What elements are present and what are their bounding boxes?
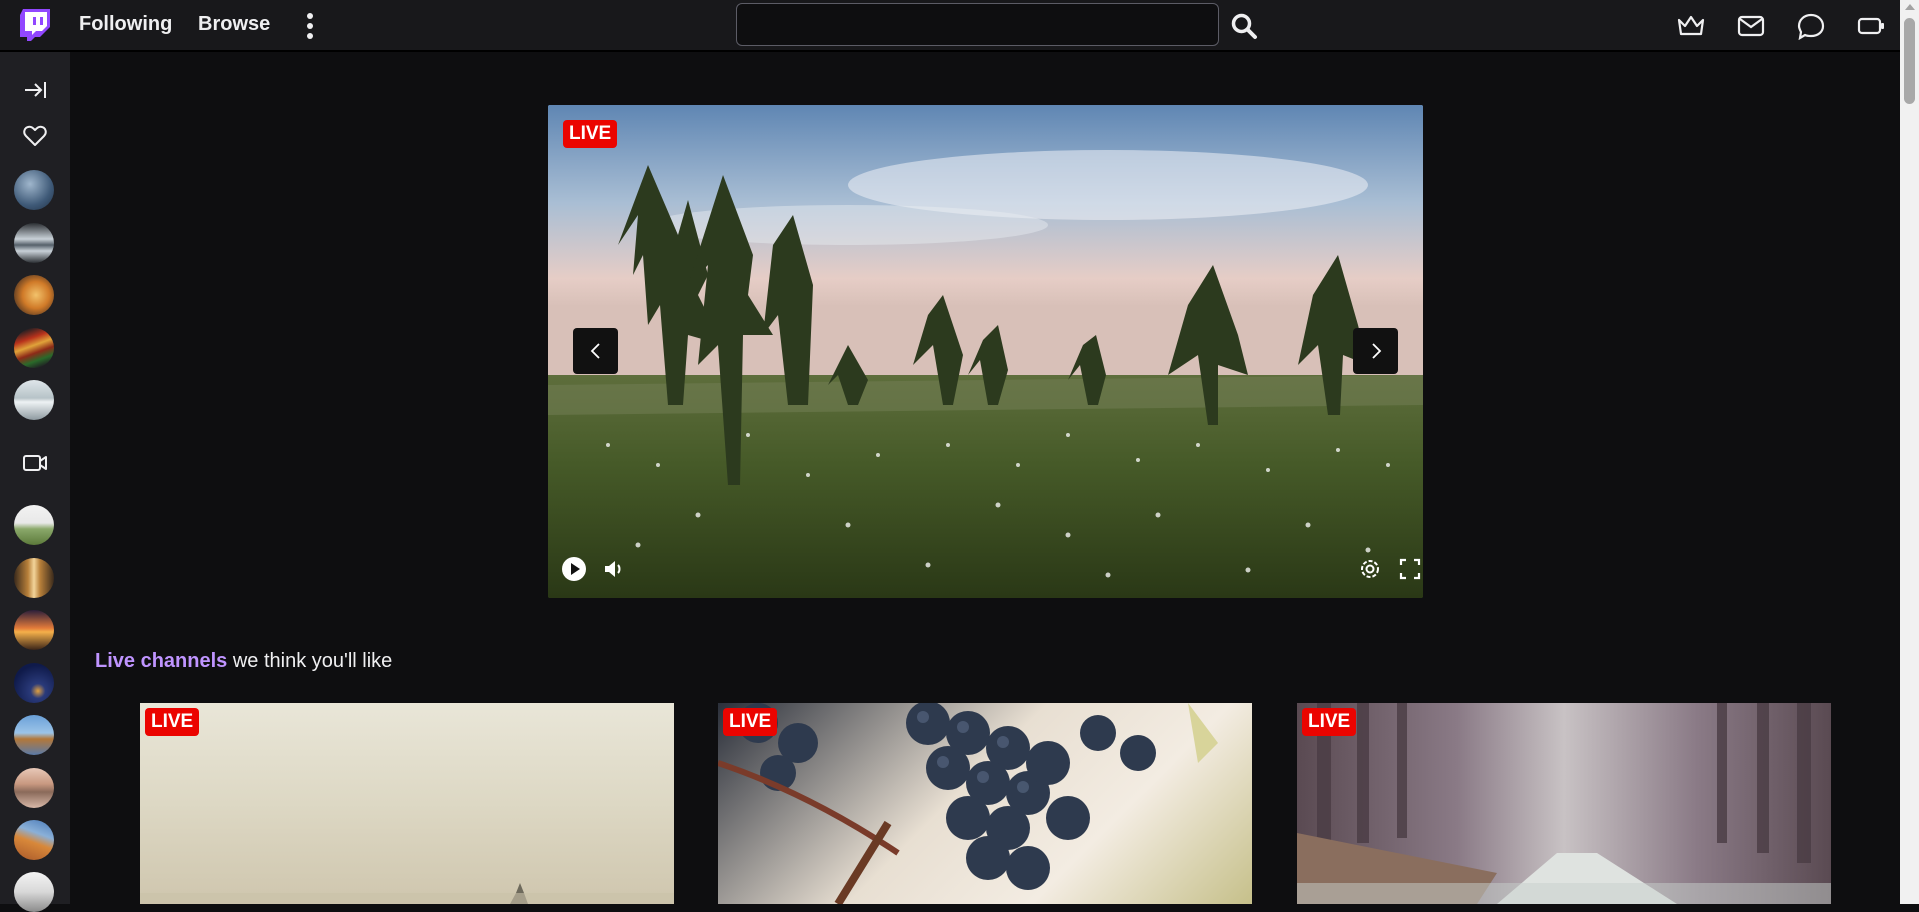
card-thumbnail bbox=[718, 703, 1218, 904]
live-channel-avatar[interactable] bbox=[14, 872, 54, 912]
live-channel-avatar[interactable] bbox=[14, 715, 54, 755]
scroll-thumb[interactable] bbox=[1904, 18, 1915, 104]
live-badge: LIVE bbox=[1302, 708, 1357, 736]
channel-card[interactable]: LIVE bbox=[718, 703, 1252, 904]
carousel-next-button[interactable] bbox=[1353, 328, 1398, 374]
collapse-sidebar-icon[interactable] bbox=[21, 76, 49, 104]
video-camera-icon bbox=[23, 455, 47, 471]
stream-thumbnail bbox=[548, 105, 1423, 598]
live-channel-avatar[interactable] bbox=[14, 820, 54, 860]
top-nav: Following Browse bbox=[0, 0, 1900, 52]
live-badge: LIVE bbox=[723, 708, 778, 736]
sidebar bbox=[0, 52, 70, 912]
followed-channel-avatar[interactable] bbox=[14, 328, 54, 368]
live-channel-avatar[interactable] bbox=[14, 768, 54, 808]
nav-following[interactable]: Following bbox=[79, 13, 172, 36]
section-title-text: we think you'll like bbox=[227, 650, 393, 672]
chevron-left-icon bbox=[590, 343, 600, 359]
followed-channel-avatar[interactable] bbox=[14, 223, 54, 263]
heart-icon bbox=[23, 125, 47, 146]
followed-channel-avatar[interactable] bbox=[14, 170, 54, 210]
featured-stream-player[interactable]: LIVE bbox=[548, 105, 1423, 598]
mail-icon[interactable] bbox=[1736, 12, 1766, 40]
vertical-dots-icon[interactable] bbox=[300, 12, 320, 40]
chevron-right-icon bbox=[1371, 343, 1381, 359]
nav-browse[interactable]: Browse bbox=[198, 13, 270, 36]
volume-icon[interactable] bbox=[600, 555, 628, 583]
live-channel-avatar[interactable] bbox=[14, 610, 54, 650]
section-title: Live channels we think you'll like bbox=[95, 650, 392, 673]
fullscreen-icon[interactable] bbox=[1396, 555, 1423, 583]
battery-icon[interactable] bbox=[1856, 12, 1886, 40]
live-channel-avatar[interactable] bbox=[14, 663, 54, 703]
settings-gear-icon[interactable] bbox=[1356, 555, 1384, 583]
channel-card[interactable]: LIVE bbox=[140, 703, 674, 904]
live-channel-avatar[interactable] bbox=[14, 558, 54, 598]
carousel-prev-button[interactable] bbox=[573, 328, 618, 374]
twitch-logo-icon[interactable] bbox=[20, 9, 50, 41]
crown-icon[interactable] bbox=[1676, 12, 1706, 40]
search-icon[interactable] bbox=[1230, 12, 1258, 40]
play-icon[interactable] bbox=[560, 555, 588, 583]
live-badge: LIVE bbox=[563, 120, 618, 148]
chat-bubble-icon[interactable] bbox=[1796, 12, 1826, 40]
card-thumbnail bbox=[140, 883, 674, 904]
live-channel-avatar[interactable] bbox=[14, 505, 54, 545]
section-title-link[interactable]: Live channels bbox=[95, 650, 227, 672]
scrollbar[interactable] bbox=[1900, 0, 1919, 904]
search-input[interactable] bbox=[736, 3, 1219, 46]
followed-channel-avatar[interactable] bbox=[14, 275, 54, 315]
followed-channel-avatar[interactable] bbox=[14, 380, 54, 420]
channel-card[interactable]: LIVE bbox=[1297, 703, 1831, 904]
live-badge: LIVE bbox=[145, 708, 200, 736]
scroll-up-icon[interactable] bbox=[1905, 4, 1915, 10]
card-thumbnail bbox=[1297, 703, 1831, 904]
